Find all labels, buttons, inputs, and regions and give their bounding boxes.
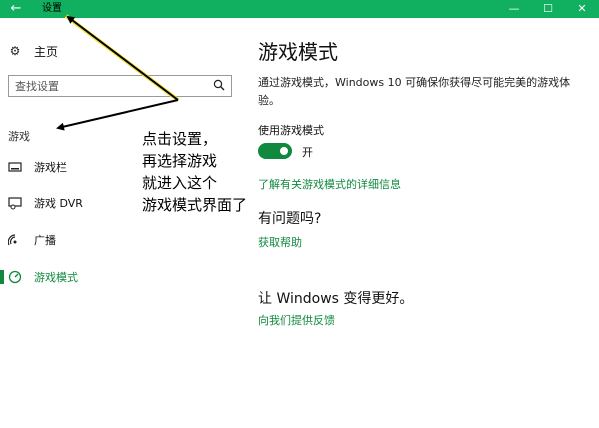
annotation-line: 游戏模式界面了 <box>142 196 248 214</box>
search-input[interactable] <box>9 76 209 96</box>
get-help-link[interactable]: 获取帮助 <box>258 234 302 250</box>
group-header-gaming: 游戏 <box>8 130 30 143</box>
sidebar-item-home[interactable]: ⚙ 主页 <box>8 42 58 60</box>
question-heading: 有问题吗? <box>258 211 322 227</box>
back-button[interactable]: ← <box>0 0 32 18</box>
minimize-button[interactable]: — <box>497 0 531 18</box>
sidebar-item-label: 主页 <box>34 44 59 59</box>
annotation-line: 点击设置， <box>142 130 218 148</box>
toggle-state-text: 开 <box>302 146 313 159</box>
sidebar-item-label: 游戏 DVR <box>34 197 83 210</box>
page-title: 游戏模式 <box>258 40 338 64</box>
close-button[interactable]: ✕ <box>565 0 599 18</box>
maximize-button[interactable]: ☐ <box>531 0 565 18</box>
game-mode-icon <box>8 270 22 284</box>
close-icon: ✕ <box>577 2 587 15</box>
page-description: 通过游戏模式，Windows 10 可确保你获得尽可能完美的游戏体验。 <box>258 76 571 107</box>
sidebar-item-game-dvr[interactable]: 游戏 DVR <box>8 194 83 212</box>
toggle-label: 使用游戏模式 <box>258 124 324 137</box>
learn-more-link[interactable]: 了解有关游戏模式的详细信息 <box>258 176 401 192</box>
sidebar-item-game-mode[interactable]: 游戏模式 <box>8 268 78 286</box>
search-box[interactable] <box>8 75 232 97</box>
game-bar-icon <box>8 162 22 172</box>
sidebar-item-label: 广播 <box>34 234 56 247</box>
back-arrow-icon: ← <box>10 1 22 16</box>
title-bar: ← 设置 — ☐ ✕ <box>0 0 599 18</box>
game-dvr-icon <box>8 197 22 210</box>
minimize-icon: — <box>508 2 520 15</box>
annotation-line: 再选择游戏 <box>142 152 218 170</box>
feedback-link[interactable]: 向我们提供反馈 <box>258 312 335 328</box>
sidebar-item-label: 游戏模式 <box>34 271 78 284</box>
game-mode-toggle[interactable] <box>258 143 292 159</box>
sidebar-item-label: 游戏栏 <box>34 161 67 174</box>
toggle-knob <box>280 147 288 155</box>
broadcast-icon <box>8 234 17 246</box>
search-icon[interactable] <box>213 79 225 91</box>
feedback-heading: 让 Windows 变得更好。 <box>258 291 414 307</box>
active-indicator <box>0 270 4 284</box>
sidebar: ⚙ 主页 游戏 游戏栏 游戏 DVR 广播 <box>0 18 240 428</box>
sidebar-item-game-bar[interactable]: 游戏栏 <box>8 158 67 176</box>
annotation-text: 点击设置， 再选择游戏 就进入这个 游戏模式界面了 <box>142 128 247 216</box>
maximize-icon: ☐ <box>543 2 553 15</box>
gear-icon: ⚙ <box>9 44 21 58</box>
sidebar-item-broadcast[interactable]: 广播 <box>8 231 56 249</box>
window-title: 设置 <box>42 3 62 14</box>
annotation-line: 就进入这个 <box>142 174 218 192</box>
